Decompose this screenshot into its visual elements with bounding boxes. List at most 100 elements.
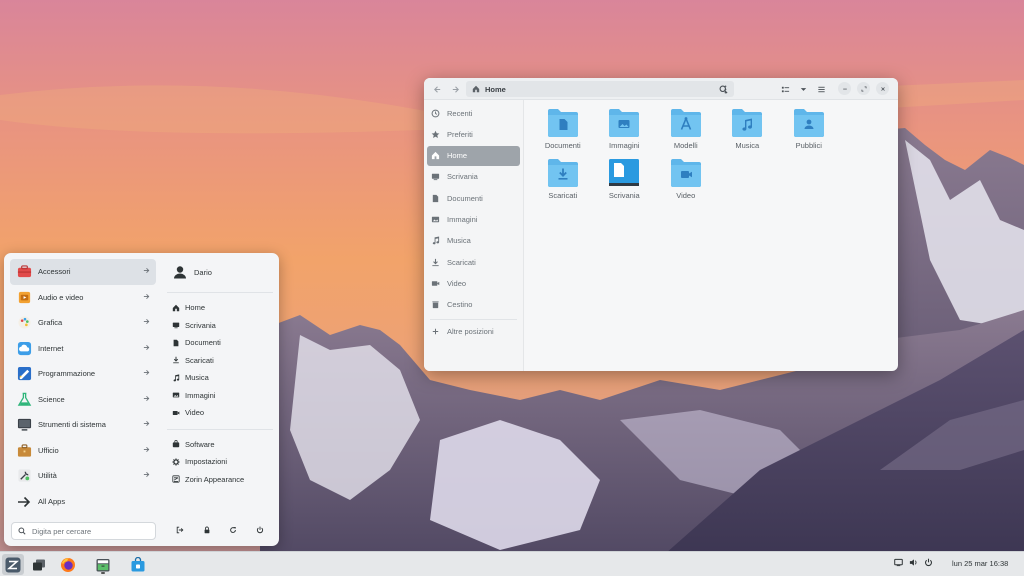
place-pictures[interactable]: Immagini: [167, 387, 273, 405]
system-label: Impostazioni: [185, 457, 228, 467]
sidebar-item-other-locations[interactable]: Altre posizioni: [427, 322, 520, 342]
internet-icon: [17, 341, 32, 355]
place-downloads[interactable]: Scaricati: [167, 352, 273, 370]
user-button[interactable]: Dario: [167, 259, 273, 285]
main-menu-button[interactable]: [812, 80, 830, 98]
display-indicator[interactable]: [894, 558, 903, 567]
multimedia-icon: [18, 291, 31, 303]
sidebar-item-label: Home: [447, 151, 468, 161]
category-science[interactable]: Science: [10, 387, 156, 413]
place-videos[interactable]: Video: [167, 404, 273, 422]
home-icon: [472, 85, 480, 93]
view-list-button[interactable]: [776, 80, 794, 98]
category-graphics[interactable]: Grafica: [10, 310, 156, 336]
clock[interactable]: lun 25 mar 16:38: [952, 559, 1008, 568]
workspaces-button[interactable]: [28, 554, 50, 575]
category-internet[interactable]: Internet: [10, 336, 156, 362]
file-name: Pubblici: [795, 141, 822, 150]
place-home[interactable]: Home: [167, 299, 273, 317]
sidebar-item-label: Scaricati: [447, 257, 476, 267]
restart-button[interactable]: [224, 521, 242, 539]
arrow-right-icon: [143, 319, 150, 324]
restart-icon: [230, 526, 237, 533]
category-development[interactable]: Programmazione: [10, 361, 156, 387]
menu-search-box[interactable]: [11, 522, 156, 540]
logout-button[interactable]: [171, 521, 189, 539]
folder-desktop[interactable]: Scrivania: [594, 158, 656, 208]
file-name: Documenti: [544, 141, 581, 150]
system-zorin-appearance[interactable]: Zorin Appearance: [167, 471, 273, 489]
category-label: Internet: [38, 343, 64, 353]
sidebar-item-desktop[interactable]: Scrivania: [427, 167, 520, 187]
software-store-button[interactable]: [127, 554, 149, 575]
arrow-right-icon: [143, 446, 150, 452]
folder-music[interactable]: Musica: [717, 108, 779, 158]
hamburger-icon: [817, 86, 825, 92]
category-label: Audio e video: [38, 292, 84, 302]
file-name: Scrivania: [608, 191, 640, 200]
folder-downloads[interactable]: Scaricati: [532, 158, 594, 208]
sidebar-item-music[interactable]: Musica: [427, 231, 520, 251]
sidebar-item-label: Documenti: [447, 193, 483, 203]
folder-public[interactable]: Pubblici: [778, 108, 840, 158]
system-software[interactable]: Software: [167, 436, 273, 454]
sidebar-item-documents[interactable]: Documenti: [427, 188, 520, 208]
place-desktop[interactable]: Scrivania: [167, 317, 273, 335]
folder-public-icon: [793, 109, 824, 137]
sidebar-item-videos[interactable]: Video: [427, 273, 520, 293]
category-system-tools[interactable]: Strumenti di sistema: [10, 412, 156, 438]
view-options-button[interactable]: [794, 80, 812, 98]
power-indicator[interactable]: [924, 558, 933, 567]
sidebar-item-label: Video: [447, 278, 467, 288]
folder-pictures[interactable]: Immagini: [594, 108, 656, 158]
lock-button[interactable]: [198, 521, 216, 539]
document-icon: [431, 194, 440, 203]
folder-music-icon: [732, 109, 763, 137]
close-icon: [880, 86, 885, 91]
sidebar-item-pictures[interactable]: Immagini: [427, 209, 520, 229]
running-indicator: [101, 572, 105, 574]
folder-documents[interactable]: Documenti: [532, 108, 594, 158]
volume-indicator[interactable]: [909, 558, 918, 567]
category-label: Utilità: [38, 471, 57, 481]
folder-videos[interactable]: Video: [655, 158, 717, 208]
place-documents[interactable]: Documenti: [167, 334, 273, 352]
location-pathbar[interactable]: Home: [466, 81, 734, 97]
place-music[interactable]: Musica: [167, 369, 273, 387]
icon-grid: Documenti Immagini Modelli Musica Pubbli…: [532, 108, 898, 208]
folder-templates[interactable]: Modelli: [655, 108, 717, 158]
forward-button[interactable]: [446, 80, 464, 98]
search-input[interactable]: [32, 526, 142, 536]
firefox-button[interactable]: [57, 554, 79, 575]
all-apps-button[interactable]: All Apps: [10, 489, 156, 515]
graphics-icon: [18, 316, 31, 329]
sidebar-item-label: Preferiti: [447, 129, 473, 139]
maximize-button[interactable]: [857, 82, 870, 95]
system-label: Software: [185, 439, 215, 449]
category-accessories[interactable]: Accessori: [10, 259, 156, 285]
back-button[interactable]: [428, 80, 446, 98]
zorin-menu-button[interactable]: [2, 554, 24, 575]
video-icon: [172, 410, 180, 415]
file-name: Musica: [735, 141, 760, 150]
sidebar-item-starred[interactable]: Preferiti: [427, 124, 520, 144]
sidebar-item-home[interactable]: Home: [427, 145, 520, 166]
files-button[interactable]: [92, 554, 114, 575]
headerbar: Home: [424, 78, 898, 100]
power-off-button[interactable]: [251, 521, 269, 539]
file-view: Documenti Immagini Modelli Musica Pubbli…: [524, 100, 898, 371]
folder-pictures-icon: [609, 109, 640, 137]
system-settings[interactable]: Impostazioni: [167, 453, 273, 471]
search-button[interactable]: [714, 80, 732, 98]
pathbar-location[interactable]: Home: [485, 85, 506, 94]
close-button[interactable]: [876, 82, 889, 95]
maximize-icon: [861, 86, 866, 91]
minimize-button[interactable]: [838, 82, 851, 95]
sidebar-item-trash[interactable]: Cestino: [427, 295, 520, 315]
category-office[interactable]: Ufficio: [10, 438, 156, 464]
sidebar-item-label: Scrivania: [447, 172, 478, 182]
sidebar-item-downloads[interactable]: Scaricati: [427, 252, 520, 272]
sidebar-item-recent[interactable]: Recenti: [427, 103, 520, 123]
category-multimedia[interactable]: Audio e video: [10, 285, 156, 311]
category-utilities[interactable]: Utilità: [10, 463, 156, 489]
